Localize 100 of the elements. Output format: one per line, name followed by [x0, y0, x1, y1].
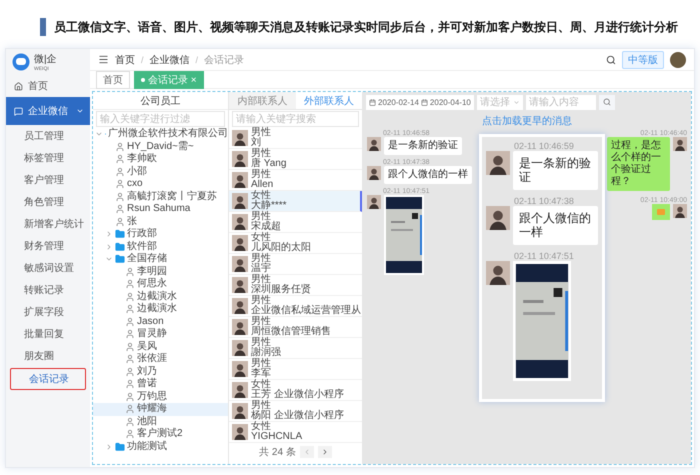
contact-name: YIGHCNLA [251, 432, 302, 442]
contact-row[interactable]: 男性 杨阳 企业微信小程序 [229, 401, 362, 422]
contact-row[interactable]: 男性 Allen [229, 170, 362, 191]
search-button[interactable] [598, 94, 615, 110]
sidebar-item[interactable]: 扩展字段 [6, 301, 90, 323]
avatar-icon [232, 214, 248, 230]
tree-item[interactable]: HY_David~需~ [93, 140, 228, 153]
contact-row[interactable]: 男性 謝润强 [229, 338, 362, 359]
sidebar-item[interactable]: 转账记录 [6, 279, 90, 301]
breadcrumb-link[interactable]: 首页 [115, 52, 135, 66]
search-field[interactable]: 请输入关键字搜索 [232, 111, 359, 127]
sidebar-item[interactable]: 财务管理 [6, 235, 90, 257]
avatar-icon [486, 151, 510, 175]
tree-item[interactable]: 何思永 [93, 278, 228, 290]
tree-item[interactable]: 功能测试 [93, 440, 228, 453]
tree-item[interactable]: 小邵 [93, 166, 228, 178]
sidebar-item[interactable]: 标签管理 [6, 147, 90, 169]
tree-item[interactable]: 张依涯 [93, 353, 228, 366]
contact-name: 深圳服务任贤 [251, 285, 311, 295]
contact-gender: 女性 [251, 191, 271, 201]
contact-row[interactable]: 男性 刘 [229, 128, 362, 149]
contact-name: 温宇 [251, 264, 271, 274]
logo-icon [12, 53, 30, 71]
avatar-icon [232, 382, 248, 398]
avatar-icon [232, 361, 248, 377]
contact-row[interactable]: 男性 宋成超 [229, 212, 362, 233]
content-field[interactable]: 请输入内容 [526, 94, 596, 110]
sidebar-item[interactable]: 首页 [6, 75, 90, 97]
tree-item[interactable]: 万钧思 [93, 390, 228, 403]
tree-item[interactable]: 广州微企软件技术有限公司 [93, 128, 228, 140]
tree-item[interactable]: Jason [93, 316, 228, 328]
avatar-icon [367, 137, 381, 151]
sidebar-item[interactable]: 角色管理 [6, 191, 90, 213]
sidebar-item[interactable]: 批量回复 [6, 323, 90, 345]
user-icon [125, 292, 135, 302]
tree-item[interactable]: 边截演水 [93, 290, 228, 303]
contact-row[interactable]: 男性 企业微信私域运营管理从 [229, 296, 362, 317]
tree-item[interactable]: 吴风 [93, 340, 228, 353]
date-range-field[interactable]: 2020-02-14 2020-04-10 [366, 94, 474, 110]
contact-row[interactable]: 女性 王芳 企业微信小程序 [229, 380, 362, 401]
tree-item[interactable]: 张 [93, 216, 228, 228]
avatar-icon [232, 298, 248, 314]
avatar-icon [486, 260, 510, 285]
contact-name: 王芳 企业微信小程序 [251, 390, 344, 400]
panel-title: 公司员工 [93, 92, 228, 110]
avatar-icon [232, 424, 248, 440]
breadcrumb-link[interactable]: 企业微信 [150, 52, 190, 66]
tree-item[interactable]: 边截演水 [93, 303, 228, 316]
menu-icon[interactable] [98, 54, 109, 65]
user-icon [125, 266, 135, 277]
tree-item[interactable]: 冒灵静 [93, 328, 228, 340]
tree-item[interactable]: 客户测试2 [93, 428, 228, 440]
page-tab[interactable]: 首页 [96, 70, 130, 88]
tree-item[interactable]: 软件部 [93, 240, 228, 253]
contact-gender: 男性 [251, 338, 271, 348]
search-icon[interactable] [606, 54, 616, 64]
contact-row[interactable]: 女性 大静**** [229, 191, 362, 212]
avatar-icon [367, 195, 381, 209]
tree-item[interactable]: 李明园 [93, 266, 228, 278]
contact-row[interactable]: 女性 儿风阳的太阳 [229, 233, 362, 254]
tree-item[interactable]: 行政部 [93, 228, 228, 240]
message-bubble: 跟个人微信的一样 [384, 166, 472, 184]
pager-total: 共 24 条 [259, 446, 296, 459]
user-icon [125, 429, 135, 440]
tree-item[interactable]: 刘乃 [93, 366, 228, 378]
tree-item[interactable]: 高毓打滚窝丨宁夏苏 [93, 190, 228, 203]
sidebar-item[interactable]: 客户管理 [6, 169, 90, 191]
filter-field[interactable]: 输入关键字进行过滤 [96, 111, 225, 127]
heading-accent-bar [40, 18, 46, 36]
sidebar-item[interactable]: 企业微信 [6, 97, 90, 125]
tree-item[interactable]: Rsun Sahuma [93, 203, 228, 216]
sidebar-item[interactable]: 敏感词设置 [6, 257, 90, 279]
user-icon [125, 279, 135, 290]
sidebar-item[interactable]: 朋友圈 [6, 345, 90, 367]
contact-row[interactable]: 男性 周恒微信管理销售 [229, 317, 362, 338]
contact-row[interactable]: 男性 李军 [229, 359, 362, 380]
contact-row[interactable]: 男性 深圳服务任贤 [229, 275, 362, 296]
tree-item[interactable]: 钟耀海 [93, 403, 228, 416]
contact-name: Allen [251, 180, 274, 190]
user-icon [125, 342, 135, 352]
tree-item[interactable]: 池阳 [93, 416, 228, 428]
contact-row[interactable]: 女性 YIGHCNLA [229, 422, 362, 443]
user-avatar[interactable] [670, 52, 686, 68]
contact-gender: 男性 [251, 401, 272, 411]
message-bubble: 是一条新的验证 [513, 151, 598, 190]
sidebar-item[interactable]: 新增客户统计 [6, 213, 90, 235]
user-icon [115, 142, 125, 152]
sidebar-item[interactable]: 员工管理 [6, 125, 90, 147]
tree-item[interactable]: 全国存储 [93, 253, 228, 266]
contact-row[interactable]: 男性 唐 Yang [229, 149, 362, 170]
contact-gender: 男性 [251, 317, 271, 327]
contact-row[interactable]: 男性 温宇 [229, 254, 362, 275]
tree-item[interactable]: cxo [93, 178, 228, 190]
avatar-icon [232, 193, 248, 209]
tree-item[interactable]: 曾诺 [93, 378, 228, 390]
avatar-icon [232, 340, 248, 356]
contact-name: 儿风阳的太阳 [251, 243, 311, 253]
tree-item[interactable]: 李帅欧 [93, 153, 228, 166]
sidebar-item[interactable]: 会话记录 [10, 368, 86, 390]
message-bubble: 是一条新的验证 [384, 137, 462, 155]
